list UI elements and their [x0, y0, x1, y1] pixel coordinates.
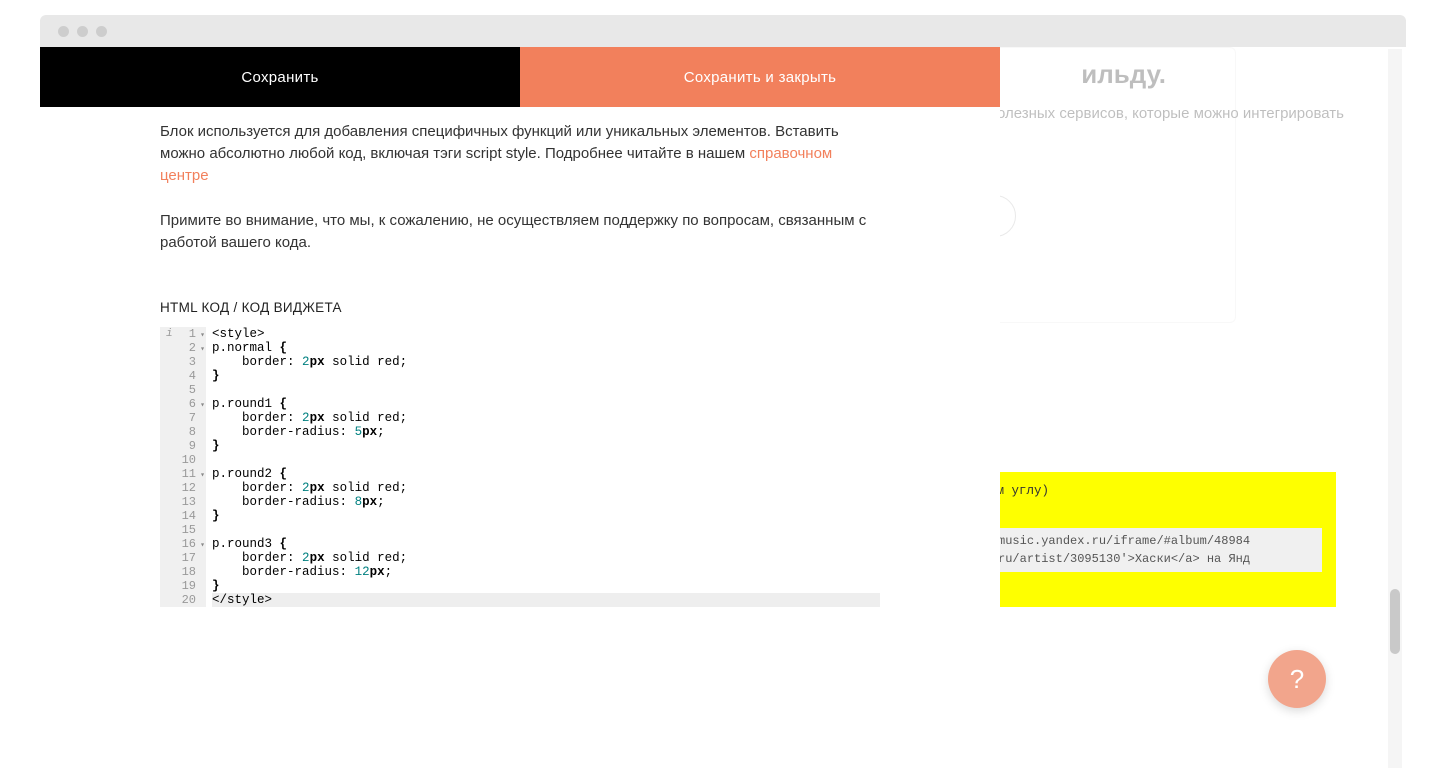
- gutter-line: 10: [160, 453, 206, 467]
- code-line[interactable]: <style>: [212, 327, 880, 341]
- code-body[interactable]: <style>p.normal { border: 2px solid red;…: [206, 327, 880, 607]
- gutter-line: 5: [160, 383, 206, 397]
- code-line[interactable]: border-radius: 5px;: [212, 425, 880, 439]
- window-titlebar: [40, 15, 1406, 47]
- save-button[interactable]: Сохранить: [40, 47, 520, 107]
- code-line[interactable]: border: 2px solid red;: [212, 481, 880, 495]
- code-editor[interactable]: 1234567891011121314151617181920 <style>p…: [160, 327, 880, 607]
- gutter-line: 15: [160, 523, 206, 537]
- code-line[interactable]: p.round1 {: [212, 397, 880, 411]
- gutter-line: 19: [160, 579, 206, 593]
- gutter-line: 13: [160, 495, 206, 509]
- code-line[interactable]: border-radius: 12px;: [212, 565, 880, 579]
- code-line[interactable]: p.round2 {: [212, 467, 880, 481]
- gutter-line: 17: [160, 551, 206, 565]
- gutter-line: 1: [160, 327, 206, 341]
- editor-content: Блок используется для добавления специфи…: [160, 107, 960, 768]
- gutter-line: 2: [160, 341, 206, 355]
- save-close-label: Сохранить и закрыть: [684, 69, 837, 86]
- gutter-line: 20: [160, 593, 206, 607]
- code-line[interactable]: }: [212, 369, 880, 383]
- code-line[interactable]: border: 2px solid red;: [212, 411, 880, 425]
- close-icon[interactable]: [58, 26, 69, 37]
- code-line[interactable]: }: [212, 579, 880, 593]
- code-line[interactable]: </style>: [212, 593, 880, 607]
- code-line[interactable]: [212, 523, 880, 537]
- code-line[interactable]: p.normal {: [212, 341, 880, 355]
- code-line[interactable]: [212, 383, 880, 397]
- code-line[interactable]: p.round3 {: [212, 537, 880, 551]
- gutter-line: 6: [160, 397, 206, 411]
- gutter-line: 4: [160, 369, 206, 383]
- code-line[interactable]: border: 2px solid red;: [212, 355, 880, 369]
- code-gutter: 1234567891011121314151617181920: [160, 327, 206, 607]
- code-line[interactable]: border-radius: 8px;: [212, 495, 880, 509]
- editor-panel: Сохранить Сохранить и закрыть Блок испол…: [40, 47, 1000, 768]
- code-line[interactable]: }: [212, 509, 880, 523]
- code-line[interactable]: border: 2px solid red;: [212, 551, 880, 565]
- help-fab-button[interactable]: ?: [1268, 650, 1326, 708]
- description-paragraph-1: Блок используется для добавления специфи…: [160, 121, 880, 186]
- bg-subtitle: 40+ полезных сервисов, которые можно инт…: [959, 105, 1344, 122]
- maximize-icon[interactable]: [96, 26, 107, 37]
- code-line[interactable]: }: [212, 439, 880, 453]
- gutter-line: 11: [160, 467, 206, 481]
- scrollbar-thumb[interactable]: [1390, 589, 1400, 654]
- browser-frame: ильду. 40+ полезных сервисов, которые мо…: [0, 0, 1446, 768]
- gutter-line: 16: [160, 537, 206, 551]
- gutter-line: 14: [160, 509, 206, 523]
- save-label: Сохранить: [241, 69, 318, 86]
- toolbar: Сохранить Сохранить и закрыть: [40, 47, 1000, 107]
- help-icon: ?: [1290, 664, 1304, 695]
- save-and-close-button[interactable]: Сохранить и закрыть: [520, 47, 1000, 107]
- gutter-line: 9: [160, 439, 206, 453]
- gutter-line: 12: [160, 481, 206, 495]
- minimize-icon[interactable]: [77, 26, 88, 37]
- description-paragraph-2: Примите во внимание, что мы, к сожалению…: [160, 210, 880, 254]
- gutter-line: 3: [160, 355, 206, 369]
- code-section-label: HTML КОД / КОД ВИДЖЕТА: [160, 300, 960, 315]
- bg-title-fragment: ильду.: [1081, 59, 1166, 90]
- vertical-scrollbar[interactable]: [1388, 49, 1402, 768]
- gutter-line: 8: [160, 425, 206, 439]
- gutter-line: 18: [160, 565, 206, 579]
- code-line[interactable]: [212, 453, 880, 467]
- browser-content: ильду. 40+ полезных сервисов, которые мо…: [40, 47, 1406, 768]
- gutter-line: 7: [160, 411, 206, 425]
